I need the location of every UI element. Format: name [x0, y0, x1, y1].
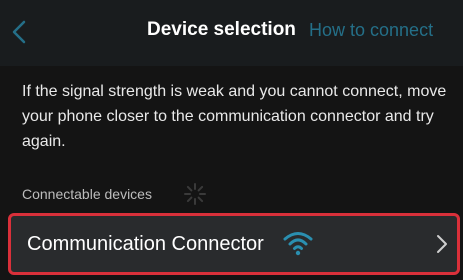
- device-name: Communication Connector: [27, 233, 264, 255]
- page-title: Device selection: [147, 19, 296, 40]
- section-label: Connectable devices: [22, 186, 152, 202]
- chevron-left-icon: [12, 20, 26, 44]
- device-row-communication-connector[interactable]: Communication Connector: [8, 213, 460, 275]
- loading-spinner-icon: [184, 183, 206, 205]
- signal-hint-text: If the signal strength is weak and you c…: [22, 83, 447, 150]
- navigation-bar: Device selection How to connect: [0, 0, 463, 66]
- back-button[interactable]: [8, 14, 36, 50]
- chevron-right-icon: [437, 235, 447, 253]
- how-to-connect-link[interactable]: How to connect: [309, 20, 433, 41]
- screen: Device selection How to connect If the s…: [0, 0, 463, 280]
- wifi-icon: [283, 232, 313, 256]
